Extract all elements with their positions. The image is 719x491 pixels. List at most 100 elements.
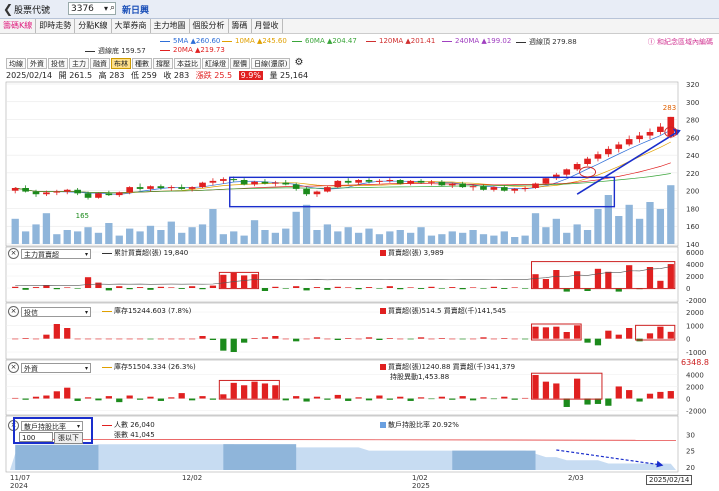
holder-count-label: 人數 26,040	[102, 420, 155, 430]
foreign-bar	[636, 398, 643, 402]
foreign-bar	[574, 378, 581, 399]
main-force-bar	[230, 273, 237, 288]
main-force-bar	[542, 279, 550, 288]
main-force-bar	[553, 270, 560, 288]
candle-body	[251, 181, 258, 185]
trust-bar	[646, 333, 654, 339]
close-icon[interactable]: ×	[8, 362, 19, 373]
foreign-bar	[501, 396, 508, 399]
candle-body	[303, 188, 310, 195]
main-force-bar	[459, 288, 466, 290]
holder-tick-label: 30	[686, 431, 695, 439]
main-force-bar	[105, 288, 112, 291]
candle-body	[594, 154, 602, 159]
main-force-select[interactable]: 主力買賣超 ▾	[21, 248, 91, 259]
volume-bar	[500, 231, 508, 244]
main-force-bar	[241, 275, 248, 288]
foreign-bar	[615, 386, 622, 399]
volume-bar	[646, 202, 654, 244]
main-force-bar	[84, 277, 92, 288]
trust-bar	[574, 325, 581, 339]
trust-bar	[293, 338, 300, 342]
main-force-bar	[293, 286, 300, 288]
volume-bar	[32, 224, 40, 244]
main-force-bar	[282, 288, 289, 289]
foreign-tick-label: 0	[686, 396, 690, 404]
foreign-bar	[126, 395, 133, 399]
volume-bar	[427, 235, 436, 244]
trust-bar	[563, 332, 570, 339]
main-force-tick-label: 2000	[686, 273, 704, 281]
foreign-bar	[521, 397, 529, 399]
close-icon[interactable]: ×	[8, 306, 19, 317]
trust-bar-label: 買賣超(張)514.5 買賣超(千)141,545	[380, 306, 506, 316]
main-force-bar	[220, 274, 227, 288]
trust-bar	[74, 338, 81, 340]
main-force-bar	[188, 286, 196, 288]
price-tick-label: 180	[686, 205, 699, 213]
foreign-line-label: 庫存51504.334 (26.3%)	[102, 362, 196, 372]
foreign-bar	[313, 396, 321, 399]
trust-bar	[626, 328, 633, 339]
foreign-bar	[605, 398, 612, 406]
trust-bar	[126, 338, 133, 340]
trust-bar	[365, 337, 373, 339]
volume-bar	[583, 230, 592, 244]
volume-bar	[219, 234, 227, 244]
high-mark-label: 283	[663, 104, 676, 112]
holder-unit-button[interactable]: 張以下	[54, 432, 83, 444]
stock-chart[interactable]: 3203002802602402202001801601402831656000…	[0, 0, 719, 491]
volume-bar	[84, 227, 92, 244]
candle-body	[428, 181, 435, 183]
trust-bar	[116, 338, 123, 340]
holder-threshold-input[interactable]: 100	[19, 432, 53, 442]
foreign-axis-top-label: 6348.8	[681, 358, 709, 367]
candle-body	[365, 180, 373, 182]
candle-body	[573, 164, 581, 170]
candle-body	[511, 188, 519, 191]
x-axis-label: 1/02 2025	[412, 474, 430, 490]
trust-bar	[490, 338, 498, 340]
main-force-bar	[397, 288, 404, 290]
foreign-bar	[251, 381, 258, 399]
foreign-bar	[667, 391, 674, 399]
trust-bar	[95, 338, 102, 340]
foreign-bar	[417, 397, 425, 399]
foreign-bar	[32, 396, 40, 399]
volume-bar	[365, 228, 373, 244]
volume-bar	[375, 234, 384, 244]
candle-body	[407, 180, 414, 184]
candle-body	[532, 183, 539, 188]
foreign-bar	[188, 398, 196, 401]
foreign-select[interactable]: 外資 ▾	[21, 362, 91, 373]
volume-bar	[230, 231, 238, 244]
volume-bar	[667, 185, 675, 244]
main-force-bar	[303, 288, 310, 291]
volume-bar	[635, 218, 644, 244]
main-force-header: × 主力買賣超 ▾	[8, 248, 91, 259]
foreign-bar	[563, 398, 570, 407]
holder-shares-label: 張數 41,045	[114, 431, 155, 439]
foreign-bar	[95, 398, 102, 401]
volume-bar	[63, 230, 71, 244]
volume-bar	[209, 209, 217, 244]
volume-bar	[250, 220, 259, 244]
main-force-bar	[313, 287, 321, 288]
close-icon[interactable]: ×	[8, 248, 19, 259]
main-force-tick-label: -2000	[686, 297, 706, 305]
main-force-bar	[157, 286, 165, 288]
volume-bar	[573, 224, 581, 244]
candle-body	[63, 189, 71, 192]
foreign-bar	[147, 396, 154, 399]
candle-body	[292, 184, 300, 189]
volume-bar	[94, 232, 103, 244]
foreign-bar	[53, 391, 60, 399]
price-tick-label: 320	[686, 81, 699, 89]
holder-ratio-band	[452, 450, 536, 470]
volume-bar	[542, 227, 550, 244]
volume-bar	[406, 232, 415, 244]
main-force-bar	[32, 287, 40, 288]
trust-select[interactable]: 投信 ▾	[21, 306, 91, 317]
volume-bar	[563, 232, 571, 244]
price-tick-label: 200	[686, 188, 699, 196]
